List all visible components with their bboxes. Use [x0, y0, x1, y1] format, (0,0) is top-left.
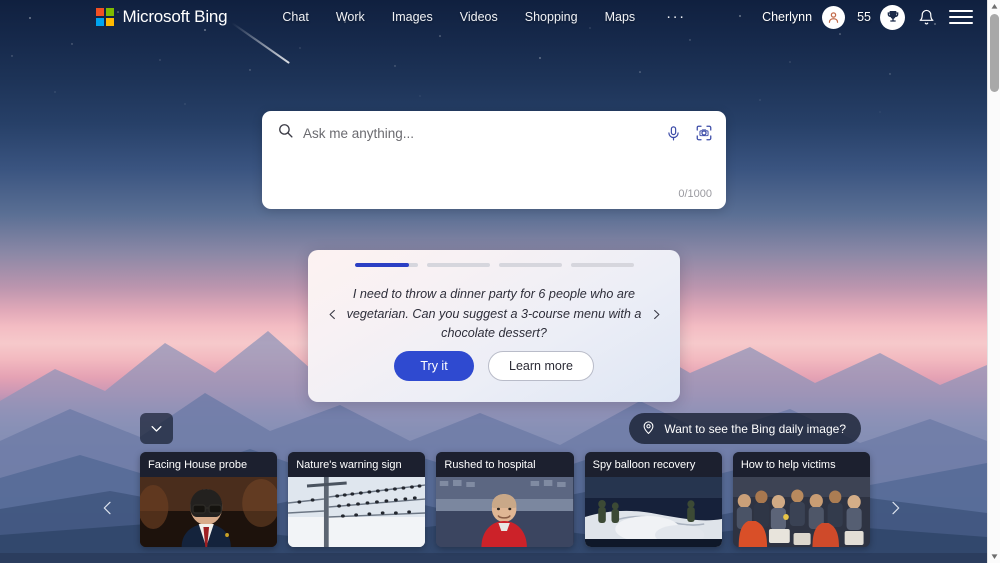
trophy-icon[interactable] [880, 4, 905, 30]
carousel-progress-indicators [308, 250, 680, 267]
news-carousel: Facing House probe Nature's warning sign… [140, 452, 871, 547]
nav-item-shopping[interactable]: Shopping [525, 10, 578, 24]
carousel-prev-button[interactable] [320, 305, 344, 324]
news-card-image [436, 477, 574, 547]
nav-item-chat[interactable]: Chat [282, 10, 308, 24]
suggestion-prompt-text: I need to throw a dinner party for 6 peo… [346, 287, 642, 341]
scrollbar-thumb[interactable] [990, 14, 999, 92]
suggestion-actions: Try it Learn more [308, 350, 680, 381]
suggestion-body: I need to throw a dinner party for 6 peo… [308, 267, 680, 363]
nav-item-videos[interactable]: Videos [460, 10, 498, 24]
location-pin-icon [641, 420, 656, 438]
news-card[interactable]: Spy balloon recovery [584, 452, 722, 547]
suggestion-carousel-card: I need to throw a dinner party for 6 peo… [308, 250, 680, 402]
collapse-feed-button[interactable] [140, 413, 173, 444]
news-prev-button[interactable] [90, 485, 124, 531]
microsoft-logo-icon [96, 8, 114, 26]
main-nav: Chat Work Images Videos Shopping Maps ··… [282, 9, 686, 24]
try-it-button[interactable]: Try it [394, 350, 475, 381]
search-box: 0/1000 [262, 111, 726, 209]
scroll-down-arrow-icon[interactable] [988, 550, 1000, 563]
news-card-image [584, 477, 722, 547]
news-card-image [288, 477, 426, 547]
camera-visual-search-icon[interactable] [695, 124, 713, 142]
news-card-title: How to help victims [732, 452, 871, 477]
news-next-button[interactable] [878, 485, 912, 531]
news-card-image [732, 477, 871, 547]
news-card[interactable]: Nature's warning sign [288, 452, 426, 547]
news-card-title: Nature's warning sign [288, 452, 426, 477]
bing-daily-image-label: Want to see the Bing daily image? [664, 421, 846, 436]
character-counter: 0/1000 [678, 188, 712, 200]
search-tools [665, 124, 713, 142]
search-input[interactable] [303, 125, 655, 141]
bing-daily-image-button[interactable]: Want to see the Bing daily image? [629, 413, 861, 444]
rewards-points: 55 [857, 10, 871, 24]
carousel-next-button[interactable] [644, 305, 668, 324]
progress-segment-4[interactable] [571, 263, 634, 267]
news-card[interactable]: Facing House probe [140, 452, 278, 547]
progress-segment-3[interactable] [499, 263, 562, 267]
progress-segment-2[interactable] [427, 263, 490, 267]
news-card-image [140, 477, 278, 547]
nav-item-images[interactable]: Images [392, 10, 433, 24]
microphone-icon[interactable] [665, 125, 682, 142]
nav-more-icon[interactable]: ··· [666, 9, 686, 24]
news-card-title: Rushed to hospital [436, 452, 574, 477]
news-card-title: Facing House probe [140, 452, 278, 477]
header-right-cluster: Cherlynn 55 [762, 4, 973, 30]
news-card-title: Spy balloon recovery [584, 452, 722, 477]
search-row [262, 111, 726, 144]
news-card[interactable]: Rushed to hospital [436, 452, 574, 547]
bing-homepage: Microsoft Bing Chat Work Images Videos S… [0, 0, 1000, 563]
news-card[interactable]: How to help victims [732, 452, 871, 547]
brand-logo[interactable]: Microsoft Bing [96, 7, 228, 27]
user-name: Cherlynn [762, 10, 813, 24]
progress-segment-1[interactable] [355, 263, 418, 267]
learn-more-button[interactable]: Learn more [488, 350, 594, 381]
brand-name: Microsoft Bing [122, 7, 228, 26]
site-header: Microsoft Bing Chat Work Images Videos S… [0, 0, 987, 34]
bell-icon[interactable] [915, 6, 937, 28]
user-avatar-icon[interactable] [822, 5, 846, 29]
nav-item-work[interactable]: Work [336, 10, 365, 24]
page-scrollbar[interactable] [987, 0, 1000, 563]
nav-item-maps[interactable]: Maps [605, 10, 636, 24]
hamburger-menu-icon[interactable] [949, 8, 973, 26]
search-icon [277, 122, 294, 144]
scroll-up-arrow-icon[interactable] [988, 0, 1000, 13]
search-input-wrap [277, 122, 655, 144]
